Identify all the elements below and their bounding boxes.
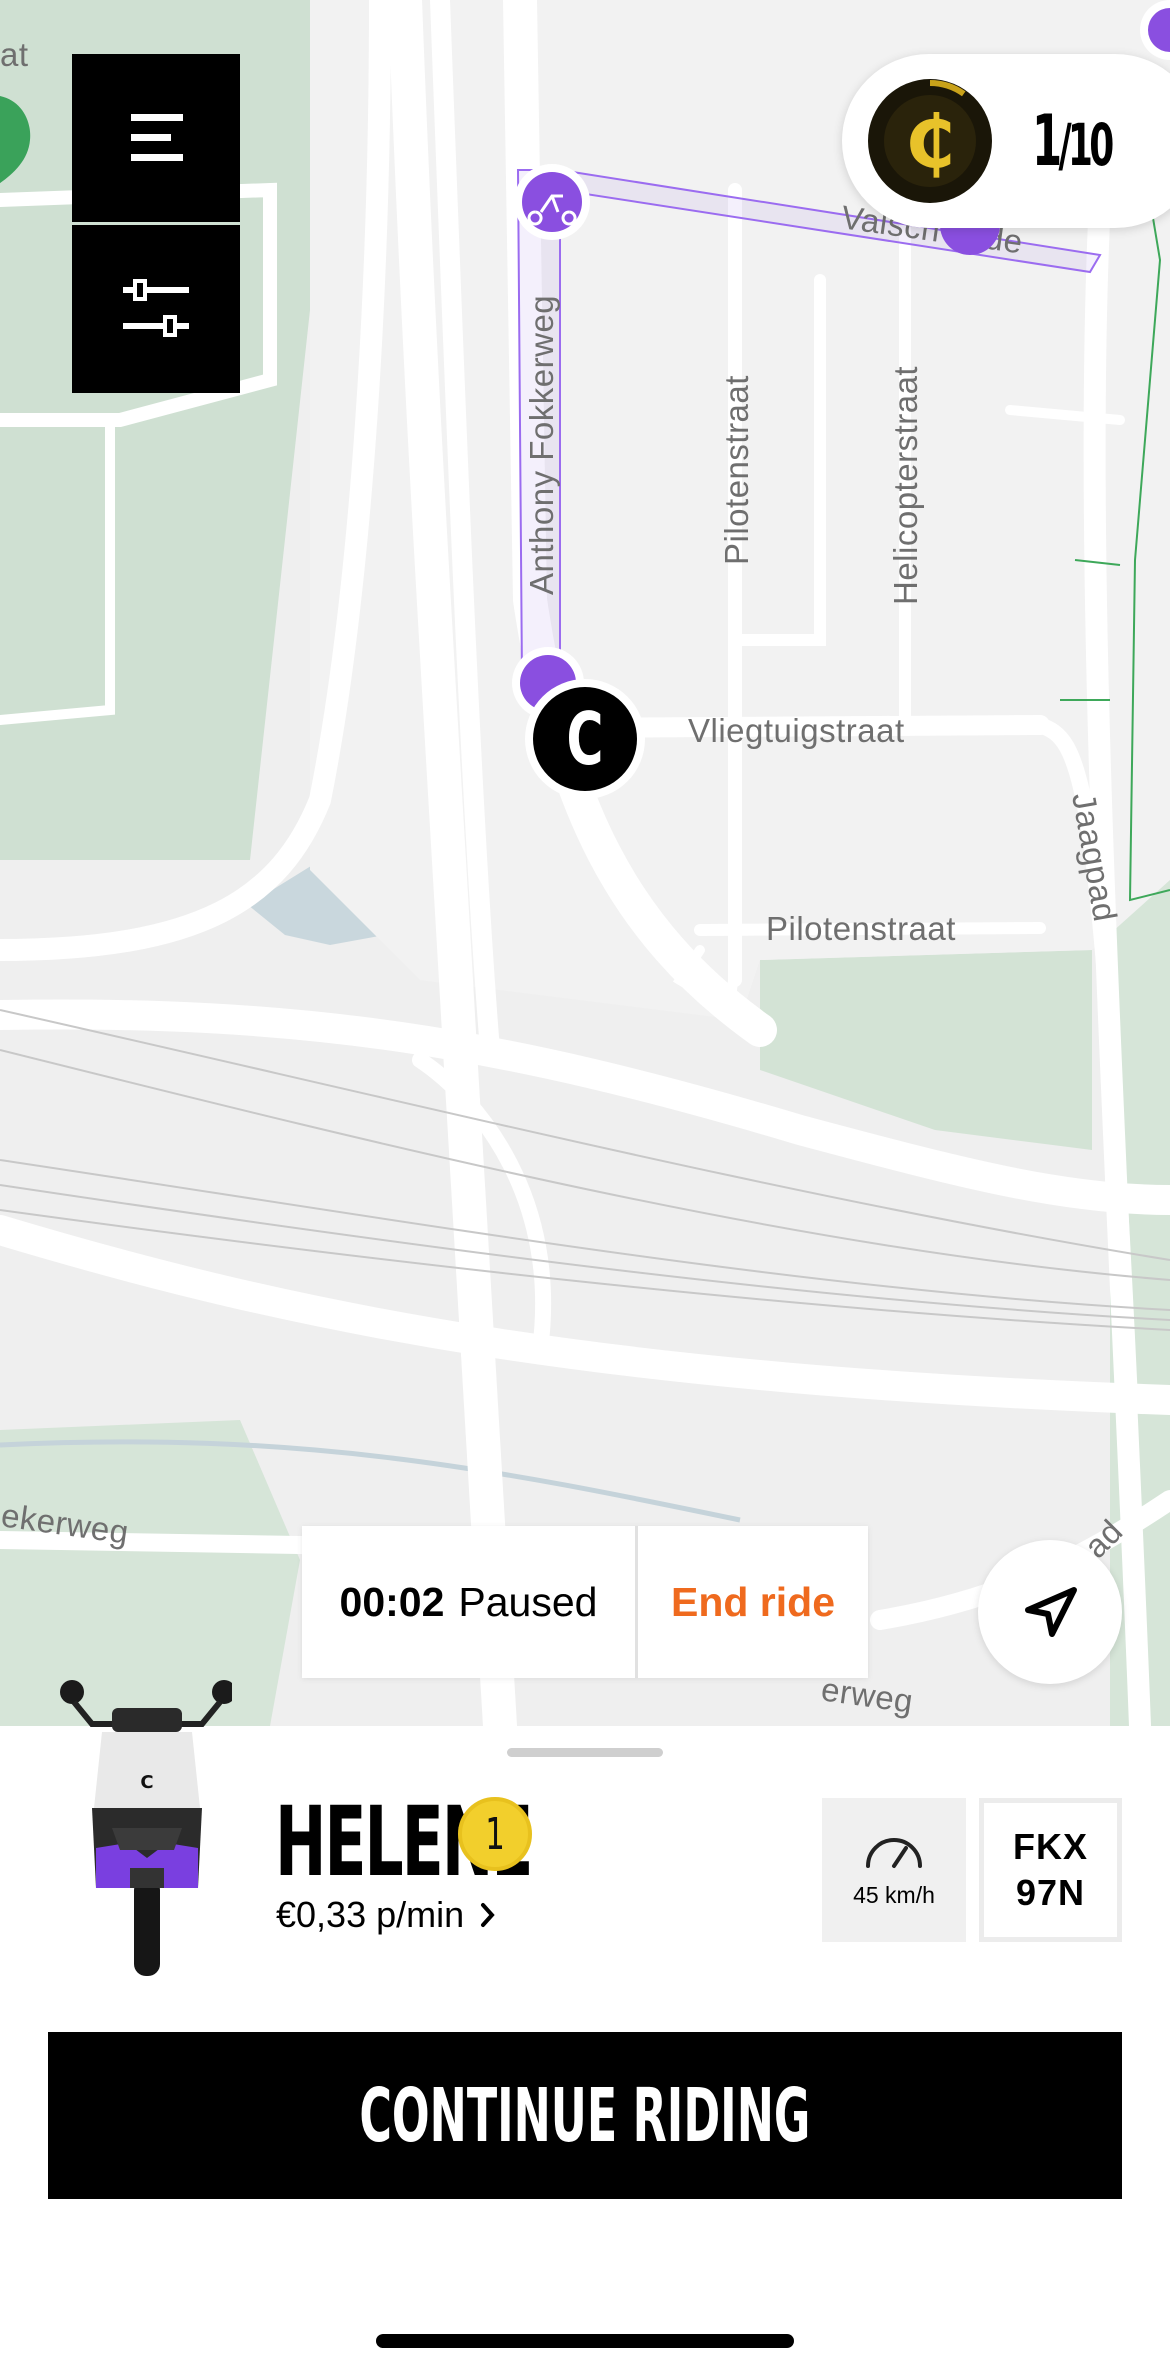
ride-timer: 00:02 Paused xyxy=(302,1526,638,1678)
speedometer-icon xyxy=(866,1837,922,1868)
coin-progress-pill[interactable]: ₵ 1/10 xyxy=(842,54,1170,228)
coin-symbol: ₵ xyxy=(905,100,955,184)
vehicle-marker-letter: C xyxy=(567,697,604,782)
ride-status-card: 00:02 Paused End ride xyxy=(302,1526,868,1678)
speed-value: 45 km/h xyxy=(853,1881,935,1908)
filter-button[interactable] xyxy=(72,225,240,393)
continue-riding-button[interactable]: CONTINUE RIDING xyxy=(48,2032,1122,2199)
current-vehicle-marker[interactable]: C xyxy=(525,679,645,799)
menu-button[interactable] xyxy=(72,54,240,222)
coin-current: 1 xyxy=(1032,100,1062,182)
navigation-arrow-icon xyxy=(1025,1587,1077,1637)
locate-me-button[interactable] xyxy=(978,1540,1122,1684)
home-indicator xyxy=(376,2334,794,2348)
street-label: Anthony Fokkerweg xyxy=(523,295,560,595)
coin-icon: ₵ xyxy=(868,79,992,203)
ride-time: 00:02 xyxy=(339,1578,445,1625)
plate-line-1: FKX xyxy=(1013,1826,1088,1867)
street-label: Vliegtuigstraat xyxy=(688,712,905,749)
plate-line-2: 97N xyxy=(1015,1872,1086,1913)
coin-count: 1/10 xyxy=(1032,100,1114,182)
coin-separator: / xyxy=(1058,111,1071,179)
end-ride-button[interactable]: End ride xyxy=(638,1526,868,1678)
price-text: €0,33 p/min xyxy=(276,1894,465,1935)
scooter-image: C xyxy=(60,1680,232,1976)
level-badge: 1 xyxy=(458,1797,532,1871)
vehicle-bottom-sheet: C HELENE 1 €0,33 p/min 45 km/h FKX 97N C… xyxy=(0,1680,1170,2374)
street-label: at xyxy=(0,36,29,73)
chevron-right-icon xyxy=(481,1903,495,1927)
sliders-icon xyxy=(123,279,189,337)
continue-riding-label: CONTINUE RIDING xyxy=(359,2072,811,2159)
scooter-badge: C xyxy=(140,1772,153,1793)
street-label: Helicopterstraat xyxy=(887,366,924,605)
ride-state: Paused xyxy=(458,1578,598,1625)
street-label: Pilotenstraat xyxy=(766,910,956,947)
drag-handle[interactable] xyxy=(507,1748,663,1757)
scooter-marker-icon[interactable] xyxy=(514,164,590,240)
hamburger-menu-icon xyxy=(131,114,183,161)
price-link[interactable]: €0,33 p/min xyxy=(276,1894,496,1936)
speed-info: 45 km/h xyxy=(822,1798,966,1942)
license-plate: FKX 97N xyxy=(979,1798,1122,1942)
street-label: Pilotenstraat xyxy=(718,375,755,565)
level-number: 1 xyxy=(485,1808,505,1860)
coin-total: 10 xyxy=(1067,111,1114,179)
